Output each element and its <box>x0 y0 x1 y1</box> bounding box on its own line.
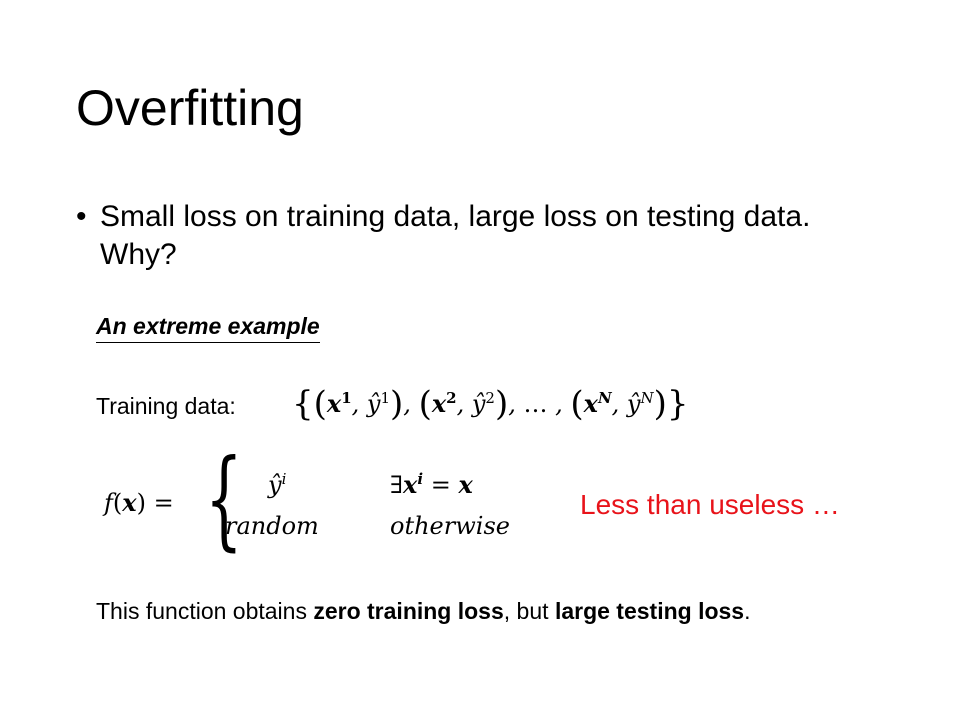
case-condition-2: otherwise <box>390 512 510 540</box>
example-heading: An extreme example <box>96 313 320 343</box>
bullet-point: • Small loss on training data, large los… <box>76 198 876 274</box>
case-value-1: ŷi <box>268 470 287 499</box>
case-condition-1: ∃xi = x <box>390 470 473 499</box>
function-definition-lhs: f(x) = <box>104 488 174 517</box>
training-data-set: {(x1, ŷ1), (x2, ŷ2), … , (xN, ŷN)} <box>292 384 689 424</box>
zero-training-loss: zero training loss <box>313 598 504 624</box>
less-than-useless-remark: Less than useless … <box>580 489 840 520</box>
slide: Overfitting • Small loss on training dat… <box>0 0 960 720</box>
conclusion-part1: This function obtains <box>96 598 314 624</box>
bullet-text: Small loss on training data, large loss … <box>100 200 811 271</box>
slide-title: Overfitting <box>76 80 304 136</box>
large-testing-loss: large testing loss <box>554 598 745 624</box>
training-data-label: Training data: <box>96 393 236 419</box>
conclusion-part2: , but <box>503 598 555 624</box>
conclusion-text: This function obtains zero training loss… <box>96 598 751 625</box>
bullet-icon: • <box>76 200 87 233</box>
conclusion-part3: . <box>744 598 751 624</box>
case-value-2: random <box>225 512 319 540</box>
